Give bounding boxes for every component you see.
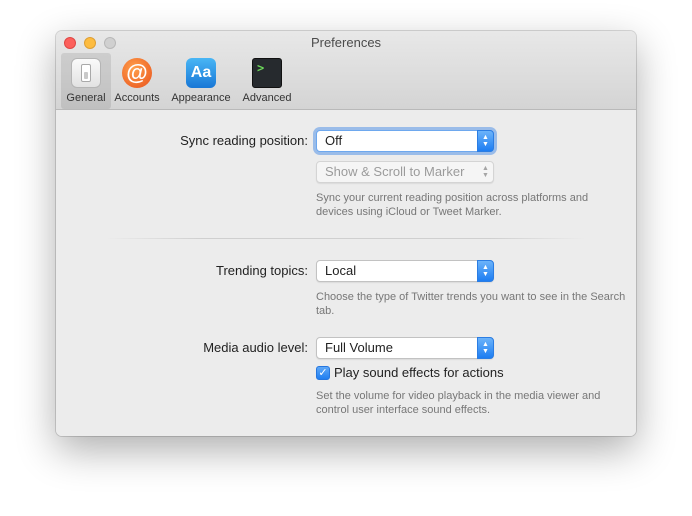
media-audio-level-label: Media audio level: [203, 340, 308, 355]
trending-topics-value: Local [325, 263, 357, 278]
play-sound-effects-checkbox[interactable]: ✓ [316, 366, 330, 380]
tab-accounts[interactable]: @ Accounts [111, 53, 163, 109]
window-title: Preferences [310, 35, 382, 50]
checkmark-icon: ✓ [318, 367, 328, 379]
tab-advanced[interactable]: > Advanced [237, 53, 297, 109]
sync-reading-position-label: Sync reading position: [180, 133, 308, 148]
media-audio-level-value: Full Volume [325, 340, 393, 355]
sync-marker-mode-value: Show & Scroll to Marker [325, 164, 465, 179]
sync-help-text: Sync your current reading position acros… [316, 192, 589, 218]
trending-topics-popup[interactable]: Local ▲ ▼ [316, 260, 494, 282]
popup-arrows-icon: ▲ ▼ [477, 337, 494, 359]
popup-arrows-icon: ▲ ▼ [482, 165, 489, 179]
preferences-window: Preferences General @ Accounts Aa Appear… [56, 31, 636, 436]
section-divider [106, 238, 586, 239]
terminal-icon: > [252, 58, 282, 88]
font-aa-icon: Aa [186, 58, 216, 88]
tab-appearance[interactable]: Aa Appearance [167, 53, 235, 109]
media-audio-level-popup[interactable]: Full Volume ▲ ▼ [316, 337, 494, 359]
trending-topics-label: Trending topics: [215, 263, 308, 278]
general-pane: Sync reading position: Off ▲ ▼ Show & Scr… [56, 111, 636, 436]
popup-arrows-icon: ▲ ▼ [477, 130, 494, 152]
general-icon [71, 58, 101, 88]
play-sound-effects-label[interactable]: Play sound effects for actions [334, 365, 504, 380]
popup-arrows-icon: ▲ ▼ [477, 260, 494, 282]
at-sign-icon: @ [122, 58, 152, 88]
sync-reading-position-popup[interactable]: Off ▲ ▼ [316, 130, 494, 152]
tab-appearance-label: Appearance [171, 92, 231, 104]
media-help-text: Set the volume for video playback in the… [316, 390, 601, 416]
tab-general-label: General [66, 92, 106, 104]
title-bar: Preferences General @ Accounts Aa Appear… [56, 31, 636, 110]
sync-marker-mode-popup: Show & Scroll to Marker ▲ ▼ [316, 161, 494, 183]
tab-advanced-label: Advanced [242, 92, 292, 104]
tab-accounts-label: Accounts [114, 92, 160, 104]
sync-reading-position-value: Off [325, 133, 343, 148]
tab-general[interactable]: General [61, 53, 111, 109]
trending-help-text: Choose the type of Twitter trends you wa… [316, 291, 626, 317]
